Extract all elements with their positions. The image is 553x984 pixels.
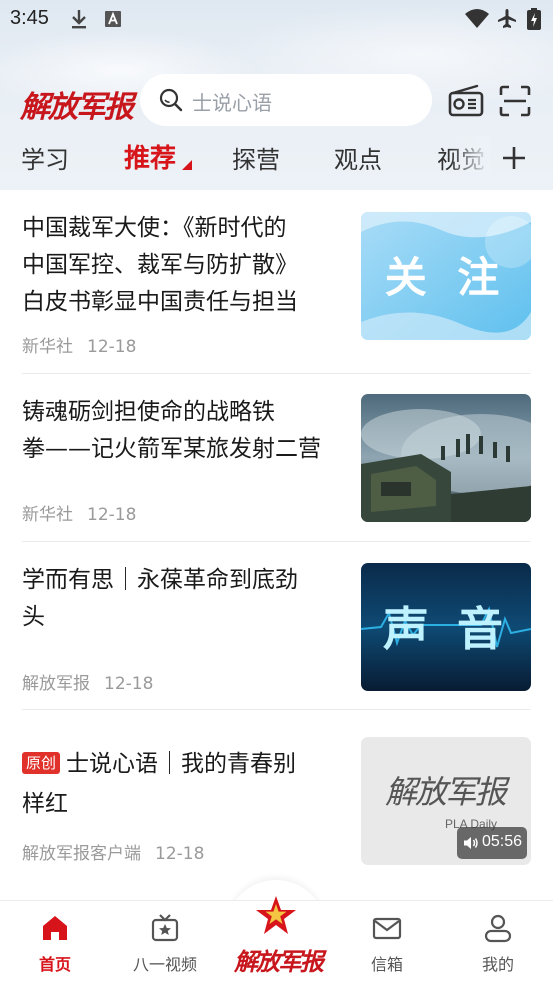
nav-label: 信箱	[370, 955, 403, 974]
article-meta: 新华社 12-18	[22, 500, 136, 525]
search-icon	[159, 88, 183, 112]
title-line: 拳——记火箭军某旅发射二营	[22, 436, 321, 462]
status-time: 3:45	[10, 7, 49, 29]
title-line: 学而有思｜永葆革命到底劲	[22, 567, 298, 593]
article-thumbnail[interactable]: 解放军报 PLA Daily 05:56	[361, 737, 531, 865]
center-logo-text: 解放军报	[234, 947, 324, 976]
radio-icon[interactable]	[447, 84, 485, 118]
title-line: 白皮书彰显中国责任与担当	[22, 289, 298, 315]
article-source: 新华社	[22, 505, 73, 525]
article-title: 铸魂砺剑担使命的战略铁 拳——记火箭军某旅发射二营	[22, 394, 342, 468]
app-header: 解放军报 士说心语	[0, 72, 553, 128]
user-icon	[484, 914, 512, 943]
title-text: 士说心语｜我的青春别	[66, 751, 297, 777]
thumbnail-logo: 解放军报	[385, 773, 507, 811]
download-icon	[72, 10, 86, 29]
article-thumbnail[interactable]	[361, 394, 531, 522]
tab-recommend[interactable]: 推荐	[124, 138, 176, 175]
nav-label: 首页	[38, 955, 71, 974]
app-notification-icon	[105, 11, 121, 27]
search-bar[interactable]: 士说心语	[140, 74, 432, 126]
focus-thumbnail-image: 关 注	[361, 212, 531, 340]
article-date: 12-18	[87, 505, 137, 525]
article-thumbnail[interactable]: 声 音	[361, 563, 531, 691]
duration-badge: 05:56	[457, 827, 527, 859]
status-bar: 3:45	[0, 0, 553, 38]
nav-video[interactable]: 八一视频	[110, 901, 220, 984]
nav-center-logo[interactable]: 解放军报	[226, 892, 326, 982]
article-item[interactable]: 铸魂砺剑担使命的战略铁 拳——记火箭军某旅发射二营 新华社 12-18	[0, 374, 553, 542]
nav-label: 八一视频	[132, 955, 197, 974]
nav-label: 我的	[481, 955, 514, 974]
tab-study[interactable]: 学习	[21, 140, 69, 175]
article-item[interactable]: 原创 士说心语｜我的青春别 样红 解放军报客户端 12-18 解放军报 PLA Da…	[0, 710, 553, 890]
wifi-icon	[465, 9, 489, 28]
article-source: 新华社	[22, 337, 73, 357]
star-icon	[256, 896, 296, 934]
article-date: 12-18	[104, 674, 154, 694]
app-logo[interactable]: 解放军报	[20, 82, 134, 126]
duration-text: 05:56	[482, 833, 523, 850]
search-placeholder: 士说心语	[192, 91, 272, 115]
thumbnail-caption: 声 音	[383, 602, 509, 656]
category-tabs: 学习 推荐 探营 观点 视觉	[0, 136, 553, 182]
thumbnail-caption: 关 注	[385, 253, 508, 302]
title-line: 中国军控、裁军与防扩散》	[22, 252, 298, 278]
tab-fade	[450, 136, 490, 182]
article-title: 原创 士说心语｜我的青春别 样红	[22, 744, 342, 824]
home-icon	[43, 916, 67, 940]
title-line: 头	[22, 604, 45, 630]
article-meta: 解放军报 12-18	[22, 669, 153, 694]
news-feed[interactable]: 中国裁军大使：《新时代的 中国军控、裁军与防扩散》 白皮书彰显中国责任与担当 新…	[0, 190, 553, 900]
original-badge: 原创	[22, 752, 61, 774]
battery-icon	[527, 8, 541, 30]
nav-home[interactable]: 首页	[0, 901, 110, 984]
title-line: 中国裁军大使：《新时代的	[22, 215, 287, 241]
tab-opinion[interactable]: 观点	[334, 140, 382, 175]
add-channel-icon[interactable]	[500, 144, 528, 172]
article-title: 中国裁军大使：《新时代的 中国军控、裁军与防扩散》 白皮书彰显中国责任与担当	[22, 210, 342, 321]
article-date: 12-18	[155, 844, 205, 864]
title-line: 原创 士说心语｜我的青春别	[22, 744, 342, 784]
airplane-mode-icon	[498, 9, 516, 28]
speaker-icon	[464, 837, 478, 849]
article-source: 解放军报客户端	[22, 844, 141, 864]
article-item[interactable]: 学而有思｜永葆革命到底劲 头 解放军报 12-18 声 音	[0, 542, 553, 710]
nav-profile[interactable]: 我的	[443, 901, 553, 984]
tv-icon	[151, 914, 179, 942]
article-date: 12-18	[87, 337, 137, 357]
article-item[interactable]: 中国裁军大使：《新时代的 中国军控、裁军与防扩散》 白皮书彰显中国责任与担当 新…	[0, 190, 553, 374]
tab-camp[interactable]: 探营	[232, 140, 280, 175]
tab-active-indicator	[182, 160, 192, 170]
scan-icon[interactable]	[498, 84, 532, 118]
nav-mailbox[interactable]: 信箱	[332, 901, 442, 984]
title-line: 铸魂砺剑担使命的战略铁	[22, 399, 275, 425]
article-source: 解放军报	[22, 674, 90, 694]
article-thumbnail[interactable]: 关 注	[361, 212, 531, 340]
article-title: 学而有思｜永葆革命到底劲 头	[22, 562, 342, 636]
mail-icon	[372, 917, 402, 940]
article-meta: 新华社 12-18	[22, 332, 136, 357]
title-line: 样红	[22, 791, 68, 817]
article-meta: 解放军报客户端 12-18	[22, 839, 204, 864]
voice-thumbnail-image: 声 音	[361, 563, 531, 691]
military-vehicle-image	[361, 394, 531, 522]
